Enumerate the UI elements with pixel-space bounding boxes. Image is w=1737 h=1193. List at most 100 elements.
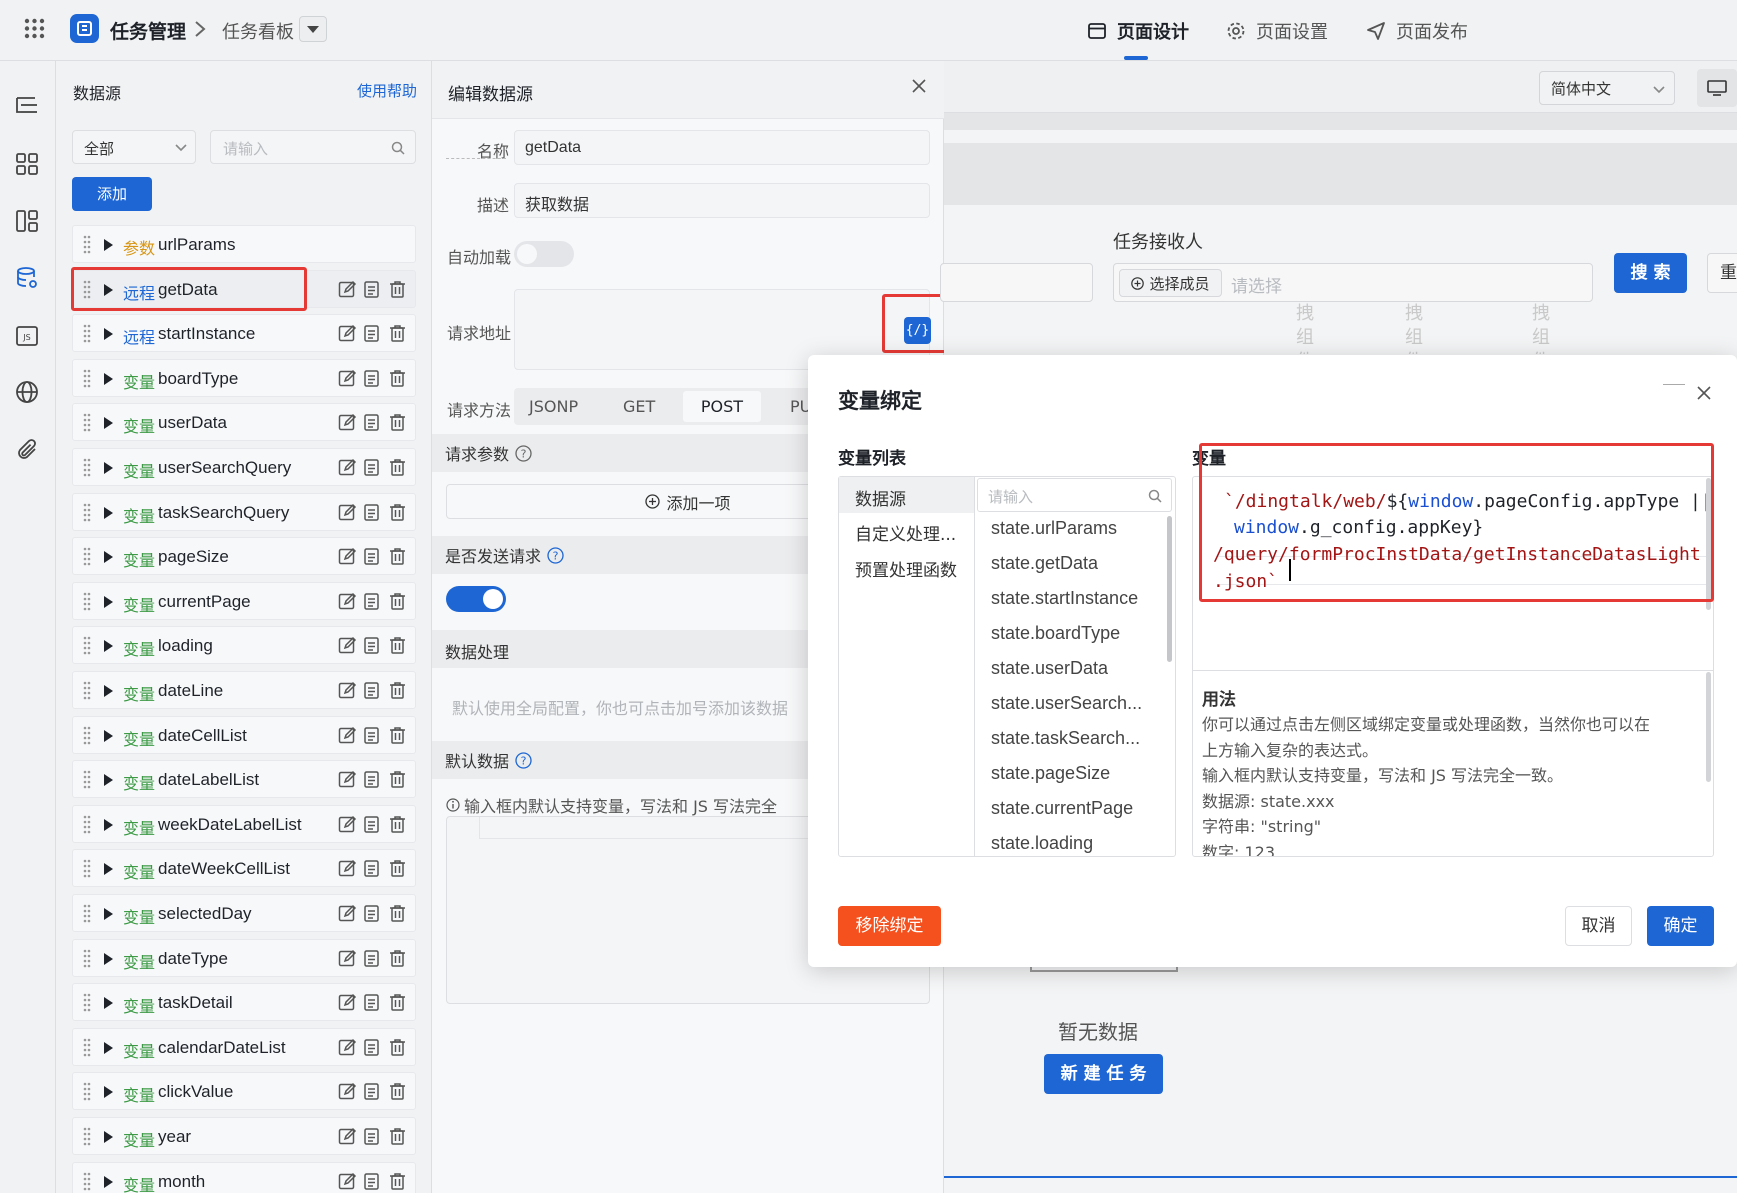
expand-caret-icon[interactable] <box>104 372 113 385</box>
datasource-item[interactable]: 变量 taskSearchQuery <box>72 492 416 531</box>
datasource-item[interactable]: 变量 year <box>72 1117 416 1155</box>
receiver-select[interactable]: 选择成员 请选择 <box>1113 263 1593 302</box>
category-preset-functions[interactable]: 预置处理函数 <box>855 556 957 581</box>
datasource-item[interactable]: 变量 taskDetail <box>72 983 416 1022</box>
datasource-item[interactable]: 变量 calendarDateList <box>72 1027 416 1066</box>
variable-list-item[interactable]: state.userSearch... <box>991 693 1142 714</box>
attachment-icon[interactable] <box>13 436 41 464</box>
delete-icon[interactable] <box>388 681 407 700</box>
datasource-item[interactable]: 参数 urlParams <box>72 225 416 263</box>
apps-grid-icon[interactable] <box>24 18 45 39</box>
edit-icon[interactable] <box>338 547 357 566</box>
drag-handle-icon[interactable] <box>83 859 91 879</box>
copy-icon[interactable] <box>363 547 382 566</box>
add-datasource-button[interactable]: 添加 <box>72 177 152 211</box>
expand-caret-icon[interactable] <box>104 595 113 608</box>
close-icon[interactable] <box>911 78 927 94</box>
copy-icon[interactable] <box>363 458 382 477</box>
drag-handle-icon[interactable] <box>83 592 91 612</box>
delete-icon[interactable] <box>388 324 407 343</box>
variable-list-item[interactable]: state.getData <box>991 553 1098 574</box>
drag-handle-icon[interactable] <box>83 993 91 1013</box>
expand-caret-icon[interactable] <box>104 774 113 787</box>
tab-page-settings[interactable]: 页面设置 <box>1226 18 1328 44</box>
edit-icon[interactable] <box>338 681 357 700</box>
drag-handle-icon[interactable] <box>83 369 91 389</box>
expand-caret-icon[interactable] <box>104 640 113 653</box>
edit-icon[interactable] <box>338 1172 357 1191</box>
name-field[interactable]: getData <box>514 130 930 165</box>
copy-icon[interactable] <box>363 815 382 834</box>
copy-icon[interactable] <box>363 369 382 388</box>
drag-handle-icon[interactable] <box>83 458 91 478</box>
autoload-toggle[interactable] <box>514 241 574 267</box>
type-filter-select[interactable]: 全部 <box>72 130 196 164</box>
datasource-item[interactable]: 变量 dateLine <box>72 671 416 709</box>
edit-icon[interactable] <box>338 1038 357 1057</box>
category-custom-handlers[interactable]: 自定义处理... <box>855 520 956 545</box>
copy-icon[interactable] <box>363 1038 382 1057</box>
new-task-button[interactable]: 新 建 任 务 <box>1044 1054 1163 1094</box>
expand-caret-icon[interactable] <box>104 417 113 430</box>
copy-icon[interactable] <box>363 280 382 299</box>
delete-icon[interactable] <box>388 993 407 1012</box>
expand-caret-icon[interactable] <box>104 1086 113 1099</box>
search-button[interactable]: 搜 索 <box>1614 253 1687 293</box>
drag-handle-icon[interactable] <box>83 904 91 924</box>
device-preview-button[interactable] <box>1697 69 1737 107</box>
edit-icon[interactable] <box>338 770 357 789</box>
edit-icon[interactable] <box>338 592 357 611</box>
locale-select[interactable]: 简体中文 <box>1539 71 1675 105</box>
copy-icon[interactable] <box>363 636 382 655</box>
edit-icon[interactable] <box>338 280 357 299</box>
delete-icon[interactable] <box>388 1082 407 1101</box>
expand-caret-icon[interactable] <box>104 952 113 965</box>
tab-page-design[interactable]: 页面设计 <box>1087 18 1189 44</box>
drag-handle-icon[interactable] <box>83 681 91 701</box>
edit-icon[interactable] <box>338 458 357 477</box>
tab-page-publish[interactable]: 页面发布 <box>1366 18 1468 44</box>
minimize-icon[interactable] <box>1663 384 1685 385</box>
expand-caret-icon[interactable] <box>104 506 113 519</box>
edit-icon[interactable] <box>338 1127 357 1146</box>
expand-caret-icon[interactable] <box>104 729 113 742</box>
edit-icon[interactable] <box>338 949 357 968</box>
copy-icon[interactable] <box>363 1127 382 1146</box>
send-request-toggle[interactable] <box>446 586 506 612</box>
delete-icon[interactable] <box>388 592 407 611</box>
variable-search-input[interactable]: 请输入 <box>977 478 1172 512</box>
drag-handle-icon[interactable] <box>83 503 91 523</box>
help-icon[interactable]: ? <box>547 546 564 564</box>
delete-icon[interactable] <box>388 726 407 745</box>
method-post-selected[interactable]: POST <box>683 391 761 422</box>
edit-icon[interactable] <box>338 993 357 1012</box>
expand-caret-icon[interactable] <box>104 462 113 474</box>
datasource-item[interactable]: 变量 month <box>72 1161 416 1193</box>
edit-icon[interactable] <box>338 726 357 745</box>
delete-icon[interactable] <box>388 636 407 655</box>
delete-icon[interactable] <box>388 369 407 388</box>
variable-list-item[interactable]: state.taskSearch... <box>991 728 1140 749</box>
datasource-item[interactable]: 变量 selectedDay <box>72 894 416 932</box>
select-member-button[interactable]: 选择成员 <box>1119 269 1222 297</box>
edit-icon[interactable] <box>338 324 357 343</box>
app-title[interactable]: 任务管理 <box>110 17 186 44</box>
variable-list-item[interactable]: state.pageSize <box>991 763 1110 784</box>
close-icon[interactable] <box>1696 385 1712 401</box>
outline-tree-icon[interactable] <box>13 92 41 120</box>
description-field[interactable]: 获取数据 <box>514 183 930 218</box>
delete-icon[interactable] <box>388 280 407 299</box>
expand-caret-icon[interactable] <box>104 1041 113 1054</box>
breadcrumb-page[interactable]: 任务看板 <box>222 18 294 44</box>
canvas-input[interactable] <box>940 263 1093 302</box>
usage-scrollbar[interactable] <box>1706 672 1711 782</box>
expand-caret-icon[interactable] <box>104 551 113 564</box>
variable-list-item[interactable]: state.loading <box>991 833 1093 854</box>
datasource-item[interactable]: 变量 dateWeekCellList <box>72 849 416 888</box>
copy-icon[interactable] <box>363 324 382 343</box>
confirm-button[interactable]: 确定 <box>1647 906 1714 946</box>
copy-icon[interactable] <box>363 413 382 432</box>
drag-handle-icon[interactable] <box>83 770 91 790</box>
help-icon[interactable]: ? <box>515 444 532 462</box>
variable-list-item[interactable]: state.startInstance <box>991 588 1138 609</box>
